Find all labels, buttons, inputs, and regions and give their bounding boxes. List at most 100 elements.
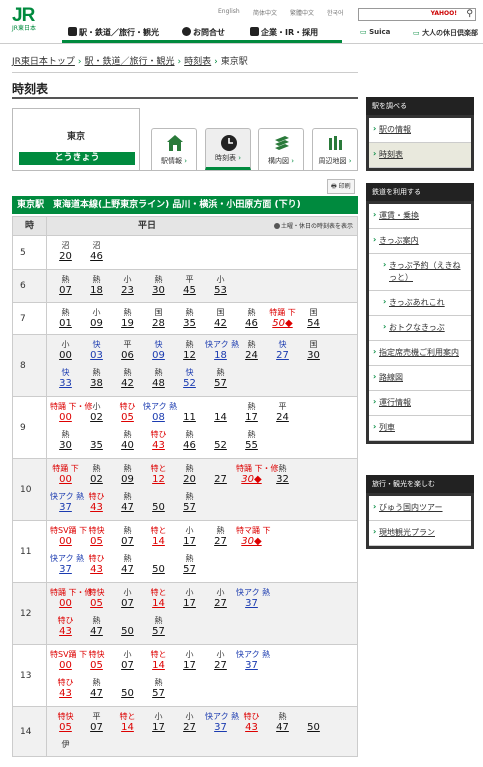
departure-minute[interactable]: 37 xyxy=(50,564,81,576)
sidebar-item-station-info[interactable]: 駅の情報 xyxy=(369,118,471,143)
departure[interactable]: 50 xyxy=(143,491,174,514)
departure-minute[interactable]: 33 xyxy=(50,378,81,390)
departure-minute[interactable]: 50 xyxy=(298,722,329,734)
departure[interactable]: 特ひ 43 xyxy=(50,677,81,700)
departure-minute[interactable]: 08 xyxy=(143,412,174,424)
departure[interactable]: 熱 38 xyxy=(81,367,112,390)
departure[interactable]: 特ひ 43 xyxy=(143,429,174,452)
departure[interactable]: 特踊 下 00 xyxy=(50,463,81,486)
departure-minute[interactable]: 35 xyxy=(81,440,112,452)
tab-timetable[interactable]: 時刻表 › xyxy=(205,128,251,170)
departure[interactable]: 特ひ 43 xyxy=(81,553,112,576)
departure[interactable]: 平 45 xyxy=(174,274,205,297)
departure-minute[interactable]: 00 xyxy=(50,536,81,548)
departure-minute[interactable]: 38 xyxy=(81,378,112,390)
departure-minute[interactable]: 05 xyxy=(50,722,81,734)
departure-minute[interactable]: 05 xyxy=(112,412,143,424)
departure-minute[interactable]: 05 xyxy=(81,598,112,610)
departure[interactable]: 快 03 xyxy=(81,339,112,362)
departure-minute[interactable]: 07 xyxy=(81,722,112,734)
departure-minute[interactable]: 37 xyxy=(236,598,267,610)
departure[interactable]: 35 xyxy=(81,429,112,452)
departure[interactable]: 特ひ 43 xyxy=(236,711,267,734)
departure[interactable]: 50 xyxy=(298,711,329,734)
departure[interactable]: 特SV踊 下 00 xyxy=(50,649,87,672)
departure[interactable]: 小 09 xyxy=(81,307,112,330)
departure[interactable]: 熱 57 xyxy=(143,615,174,638)
departure[interactable]: 小 27 xyxy=(174,711,205,734)
departure-minute[interactable]: 12 xyxy=(143,474,174,486)
departure[interactable]: 特快 05 xyxy=(81,525,112,548)
departure[interactable]: 小 17 xyxy=(174,649,205,672)
departure-minute[interactable]: 48 xyxy=(143,378,174,390)
departure-minute[interactable]: 27 xyxy=(205,598,236,610)
departure[interactable]: 平 24 xyxy=(267,401,298,424)
departure-minute[interactable]: 09 xyxy=(143,350,174,362)
departure-minute[interactable]: 57 xyxy=(174,502,205,514)
departure-minute[interactable]: 35 xyxy=(174,318,205,330)
departure[interactable]: 特ひ 43 xyxy=(81,491,112,514)
departure[interactable]: 熱 07 xyxy=(50,274,81,297)
departure-minute[interactable]: 17 xyxy=(236,412,267,424)
sidebar-item-local-plan[interactable]: 現地観光プラン xyxy=(369,521,471,546)
departure-minute[interactable]: 18 xyxy=(81,285,112,297)
departure-minute[interactable]: 30 xyxy=(298,350,329,362)
departure-minute[interactable]: 46 xyxy=(236,318,267,330)
print-button[interactable]: 🖶 印刷 xyxy=(327,179,355,194)
departure[interactable]: 熱 19 xyxy=(112,307,143,330)
breadcrumb-timetable[interactable]: 時刻表 xyxy=(184,57,211,67)
departure[interactable]: 特踊 下 50◆ xyxy=(267,307,298,330)
departure-minute[interactable]: 43 xyxy=(81,564,112,576)
departure-minute[interactable]: 50 xyxy=(112,626,143,638)
departure-minute[interactable]: 47 xyxy=(112,502,143,514)
departure[interactable]: 小 17 xyxy=(174,525,205,548)
search-icon[interactable]: ⚲ xyxy=(466,9,473,19)
departure-minute[interactable]: 00 xyxy=(50,412,81,424)
departure-minute[interactable]: 43 xyxy=(81,502,112,514)
departure-minute[interactable]: 14 xyxy=(205,412,236,424)
departure-minute[interactable]: 57 xyxy=(174,564,205,576)
departure-minute[interactable]: 20 xyxy=(50,251,81,263)
departure-minute[interactable]: 27 xyxy=(205,536,236,548)
departure[interactable]: 国 28 xyxy=(143,307,174,330)
departure-minute[interactable]: 00 xyxy=(50,598,81,610)
departure-minute[interactable]: 19 xyxy=(112,318,143,330)
departure[interactable]: 快アク 熱 37 xyxy=(205,711,239,734)
departure[interactable]: 小 07 xyxy=(112,649,143,672)
departure-minute[interactable]: 27 xyxy=(174,722,205,734)
departure[interactable]: 熱 57 xyxy=(174,491,205,514)
departure-minute[interactable]: 24 xyxy=(236,350,267,362)
departure[interactable]: 熱 47 xyxy=(112,553,143,576)
departure[interactable]: 50 xyxy=(112,615,143,638)
departure-minute[interactable]: 30 xyxy=(50,440,81,452)
departure[interactable]: 熱 32 xyxy=(267,463,298,486)
departure-minute[interactable]: 37 xyxy=(205,722,236,734)
departure-minute[interactable]: 02 xyxy=(81,474,112,486)
departure-minute[interactable]: 05 xyxy=(81,536,112,548)
departure-minute[interactable]: 01 xyxy=(50,318,81,330)
departure[interactable]: 27 xyxy=(205,463,236,486)
tab-station-info[interactable]: 駅情報 › xyxy=(151,128,197,170)
departure[interactable]: 熱 46 xyxy=(174,429,205,452)
departure-minute[interactable]: 07 xyxy=(112,536,143,548)
departure-minute[interactable]: 06 xyxy=(112,350,143,362)
lang-korean[interactable]: 한국어 xyxy=(327,8,344,17)
departure[interactable]: 熱 47 xyxy=(267,711,298,734)
departure-minute[interactable]: 27 xyxy=(267,350,298,362)
departure[interactable]: 熱 01 xyxy=(50,307,81,330)
sidebar-item-eki-net[interactable]: きっぷ予約（えきねっと） xyxy=(369,254,471,291)
departure[interactable]: 熱 55 xyxy=(236,429,267,452)
departure-minute[interactable]: 17 xyxy=(143,722,174,734)
departure[interactable]: 熱 24 xyxy=(236,339,267,362)
departure[interactable]: 熱 02 xyxy=(81,463,112,486)
departure[interactable]: 平 06 xyxy=(112,339,143,362)
departure-minute[interactable]: 23 xyxy=(112,285,143,297)
departure-minute[interactable]: 50 xyxy=(143,564,174,576)
departure[interactable]: 50 xyxy=(112,677,143,700)
sidebar-item-tickets[interactable]: きっぷ案内 xyxy=(369,229,471,254)
departure-minute[interactable]: 14 xyxy=(112,722,143,734)
departure[interactable]: 熱 09 xyxy=(112,463,143,486)
departure[interactable]: 熱 42 xyxy=(112,367,143,390)
departure-minute[interactable]: 47 xyxy=(81,626,112,638)
departure-minute[interactable]: 47 xyxy=(81,688,112,700)
